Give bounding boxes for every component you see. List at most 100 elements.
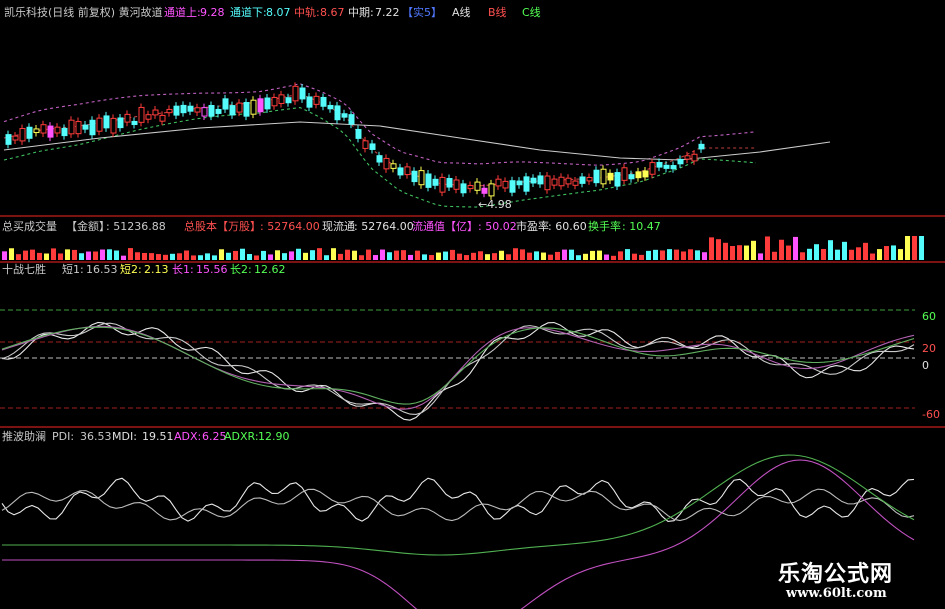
volume-bar — [765, 236, 770, 260]
volume-bar — [527, 252, 532, 260]
volume-bar — [520, 249, 525, 260]
volume-bar — [352, 250, 357, 260]
candle-body — [327, 104, 334, 110]
volume-bar — [625, 249, 630, 260]
candle-body — [215, 108, 222, 114]
volume-bar — [387, 252, 392, 260]
axis-label-20: 20 — [922, 342, 936, 355]
long2-line — [1, 326, 915, 405]
volume-bar — [170, 253, 175, 260]
volume-bar — [310, 250, 315, 260]
volume-bar — [9, 248, 14, 260]
volume-bar — [380, 249, 385, 260]
candle-body — [446, 177, 453, 188]
candle-body — [229, 105, 236, 116]
volume-bar — [793, 236, 798, 260]
volume-bar — [499, 250, 504, 260]
volume-bar — [373, 255, 378, 260]
candle-body — [635, 171, 642, 179]
candle-body — [187, 105, 194, 112]
candle-body — [362, 140, 369, 149]
candle-body — [509, 180, 516, 193]
volume-bar — [555, 251, 560, 260]
volume-bar — [835, 249, 840, 260]
candle-body — [656, 161, 663, 168]
candle-body — [649, 162, 656, 175]
volume-bar — [324, 255, 329, 260]
volume-bar — [93, 251, 98, 260]
candle-body — [26, 126, 33, 139]
candle-body — [572, 180, 579, 186]
volume-bar — [870, 253, 875, 260]
volume-bar — [891, 245, 896, 260]
candle-body — [376, 155, 383, 163]
volume-bar — [506, 254, 511, 260]
volume-bar — [268, 254, 273, 260]
volume-bar — [590, 250, 595, 260]
volume-bar — [198, 255, 203, 260]
volume-bar — [800, 252, 805, 260]
candle-body — [502, 180, 509, 189]
volume-bar — [492, 253, 497, 260]
volume-bar — [632, 253, 637, 260]
volume-bar — [177, 253, 182, 260]
volume-bar — [562, 249, 567, 260]
candle-body — [152, 109, 159, 116]
volume-bar — [695, 250, 700, 260]
candle-body — [124, 113, 131, 123]
candle-body — [243, 102, 250, 117]
volume-bar — [443, 251, 448, 260]
candle-body — [677, 158, 684, 165]
candle-body — [201, 107, 208, 117]
candle-body — [278, 94, 285, 104]
volume-bar — [541, 252, 546, 260]
volume-bar — [716, 239, 721, 260]
volume-bar — [779, 239, 784, 260]
volume-bar — [471, 252, 476, 260]
volume-bar — [282, 253, 287, 260]
candle-body — [558, 176, 565, 187]
volume-bar — [86, 251, 91, 260]
volume-bar — [58, 253, 63, 260]
candle-body — [698, 143, 705, 150]
candle-body — [68, 119, 75, 135]
volume-bar — [163, 254, 168, 260]
candle-body — [82, 124, 89, 130]
volume-bar — [856, 247, 861, 260]
candle-body — [138, 106, 145, 123]
candle-body — [586, 177, 593, 182]
volume-bar — [142, 252, 147, 260]
volume-bar — [478, 251, 483, 260]
candle-body — [523, 176, 530, 192]
volume-bar — [842, 241, 847, 260]
volume-bar — [212, 255, 217, 260]
volume-bar — [464, 255, 469, 260]
volume-bar — [828, 240, 833, 260]
volume-bar — [702, 252, 707, 260]
volume-bar — [723, 242, 728, 260]
candle-body — [103, 115, 110, 129]
volume-bar — [821, 248, 826, 260]
volume-bar — [646, 250, 651, 260]
volume-bar — [422, 254, 427, 260]
volume-bar — [114, 250, 119, 260]
candle-body — [432, 178, 439, 186]
volume-bar — [611, 255, 616, 260]
candle-body — [264, 97, 271, 110]
volume-bar — [408, 254, 413, 260]
volume-bar — [898, 249, 903, 260]
candle-body — [684, 155, 691, 160]
candle-body — [642, 170, 649, 178]
volume-bar — [457, 253, 462, 260]
candle-body — [285, 97, 292, 104]
candle-body — [180, 104, 187, 114]
candle-body — [250, 99, 257, 115]
volume-bar — [583, 253, 588, 260]
volume-bar — [219, 249, 224, 260]
candle-body — [5, 134, 12, 145]
stock-chart-canvas[interactable] — [0, 0, 945, 609]
candle-body — [341, 113, 348, 118]
candle-body — [299, 87, 306, 100]
candle-body — [439, 176, 446, 193]
candle-body — [334, 105, 341, 121]
